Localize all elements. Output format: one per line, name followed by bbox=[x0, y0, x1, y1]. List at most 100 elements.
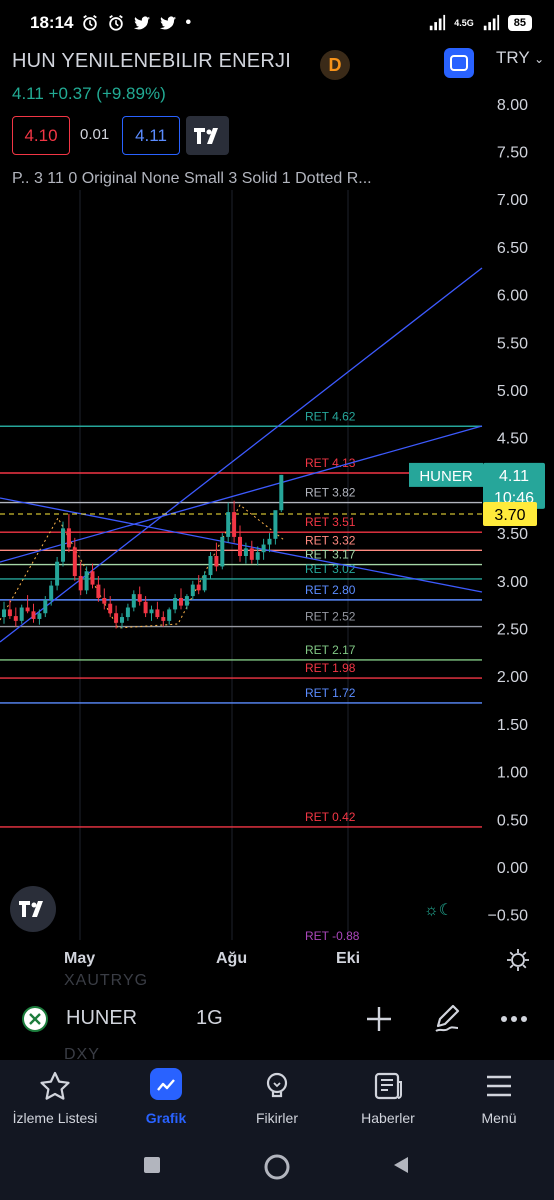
candle-body bbox=[226, 512, 231, 537]
nav-label: Menü bbox=[481, 1110, 517, 1126]
nav-ideas[interactable]: Fikirler bbox=[222, 1060, 332, 1136]
alarm-icon bbox=[109, 15, 124, 31]
y-axis-tick: 3.00 bbox=[497, 574, 528, 591]
x-tick-may: May bbox=[64, 950, 96, 967]
candle-body bbox=[161, 617, 166, 621]
fib-level-label: RET 2.80 bbox=[305, 583, 356, 597]
drawing-tools-icon[interactable] bbox=[432, 1002, 464, 1034]
x-tick-agu: Ağu bbox=[216, 950, 248, 967]
y-axis-tick: 6.00 bbox=[497, 288, 528, 305]
trend-line bbox=[0, 267, 483, 643]
alarm-icon bbox=[83, 15, 98, 31]
y-axis-tick: 8.00 bbox=[497, 97, 528, 114]
candle-body bbox=[13, 616, 18, 621]
y-axis-tick: 4.50 bbox=[497, 431, 528, 448]
candle-body bbox=[214, 555, 219, 567]
candle-body bbox=[155, 609, 160, 618]
candle-body bbox=[102, 597, 107, 604]
menu-icon bbox=[487, 1075, 511, 1097]
y-axis-tick: 0.00 bbox=[497, 860, 528, 877]
candle-body bbox=[90, 571, 95, 585]
fib-level-label: RET 3.82 bbox=[305, 486, 356, 500]
more-icon[interactable] bbox=[498, 1004, 530, 1034]
network-type: 4.5G bbox=[454, 18, 474, 28]
interval-selector[interactable]: 1G bbox=[196, 1007, 223, 1030]
tradingview-logo bbox=[10, 886, 56, 932]
nav-news[interactable]: Haberler bbox=[333, 1060, 443, 1136]
x-tick-eki: Eki bbox=[336, 950, 361, 967]
tradingview-logo-icon bbox=[193, 127, 218, 144]
settings-icon[interactable] bbox=[506, 948, 530, 972]
candle-body bbox=[114, 613, 119, 623]
system-navigation bbox=[0, 1136, 554, 1200]
candle-body bbox=[43, 599, 48, 614]
tradingview-logo-icon bbox=[19, 901, 43, 917]
more-notifications-icon: • bbox=[185, 14, 192, 31]
candle-body bbox=[267, 538, 272, 545]
fib-level-label: RET 3.32 bbox=[305, 533, 356, 547]
back-button[interactable] bbox=[392, 1156, 410, 1174]
symbol-title[interactable]: HUN YENILENEBILIR ENERJI bbox=[12, 50, 291, 73]
alert-price-label bbox=[483, 502, 537, 527]
y-axis-tick: 7.00 bbox=[497, 192, 528, 209]
candle-body bbox=[131, 594, 136, 608]
candle-body bbox=[120, 617, 124, 623]
news-icon bbox=[374, 1072, 402, 1100]
chart-icon bbox=[157, 1079, 175, 1091]
twitter-icon bbox=[160, 16, 177, 30]
exchange-badge: D bbox=[320, 50, 350, 80]
candle-body bbox=[173, 597, 178, 610]
candle-body bbox=[220, 536, 225, 567]
session-toggle-icon[interactable]: ☼☾ bbox=[424, 900, 453, 920]
bar-countdown: 10:46 bbox=[494, 490, 534, 507]
candle-body bbox=[7, 609, 12, 617]
candle-body bbox=[49, 585, 54, 600]
indicator-legend[interactable]: P.. 3 11 0 Original None Small 3 Solid 1… bbox=[12, 170, 372, 188]
battery-icon: 85 bbox=[507, 15, 532, 31]
last-price-value: 4.11 bbox=[499, 468, 529, 485]
buy-button[interactable]: 4.11 bbox=[122, 116, 180, 155]
home-button[interactable] bbox=[264, 1154, 290, 1180]
layout-button[interactable] bbox=[444, 48, 474, 78]
nav-chart[interactable]: Grafik bbox=[111, 1060, 221, 1136]
nav-label: Haberler bbox=[361, 1110, 415, 1126]
y-axis-tick: 5.00 bbox=[497, 383, 528, 400]
candle-body bbox=[84, 571, 89, 591]
fib-level-label: RET 3.51 bbox=[305, 515, 356, 529]
status-time: 18:14 bbox=[30, 13, 74, 32]
candle-body bbox=[37, 613, 42, 619]
candle-body bbox=[238, 536, 242, 556]
trend-line bbox=[0, 497, 483, 593]
fib-level-label: RET 4.13 bbox=[305, 456, 356, 470]
fib-level-label: RET 3.02 bbox=[305, 562, 356, 576]
nav-label: Fikirler bbox=[256, 1110, 298, 1126]
currency-label: TRY bbox=[496, 48, 530, 67]
recents-button[interactable] bbox=[143, 1156, 161, 1174]
spread-value: 0.01 bbox=[80, 126, 110, 143]
candle-body bbox=[19, 607, 24, 621]
y-axis-tick: 7.50 bbox=[497, 145, 528, 162]
candle-body bbox=[273, 510, 278, 539]
tradingview-button[interactable] bbox=[186, 116, 229, 155]
price-chart[interactable]: RET 4.62 RET 4.13 RET 3.82 RET 3.51 RET 3.32… bbox=[0, 0, 554, 980]
candle-body bbox=[143, 601, 148, 614]
candle-body bbox=[243, 548, 248, 556]
signal-icon bbox=[430, 14, 446, 31]
y-axis-tick: 2.50 bbox=[497, 622, 528, 639]
currency-selector[interactable]: TRY ⌄ bbox=[496, 48, 544, 68]
candle-body bbox=[232, 512, 237, 537]
symbol-ticker[interactable]: HUNER bbox=[66, 1007, 137, 1030]
candle-body bbox=[196, 584, 201, 591]
nav-menu[interactable]: Menü bbox=[444, 1060, 554, 1136]
zigzag-pattern bbox=[0, 504, 285, 629]
y-axis-tick: 0.50 bbox=[497, 812, 528, 829]
candle-body bbox=[61, 528, 65, 562]
add-icon[interactable] bbox=[364, 1004, 394, 1034]
candle-body bbox=[31, 611, 36, 619]
symbol-price-tag bbox=[409, 462, 483, 487]
nav-label: İzleme Listesi bbox=[12, 1110, 98, 1126]
nav-watchlist[interactable]: İzleme Listesi bbox=[0, 1060, 110, 1136]
y-axis-tick: 5.50 bbox=[497, 335, 528, 352]
sell-button[interactable]: 4.10 bbox=[12, 116, 70, 155]
ghost-symbol: XAUTRYG bbox=[64, 972, 149, 989]
